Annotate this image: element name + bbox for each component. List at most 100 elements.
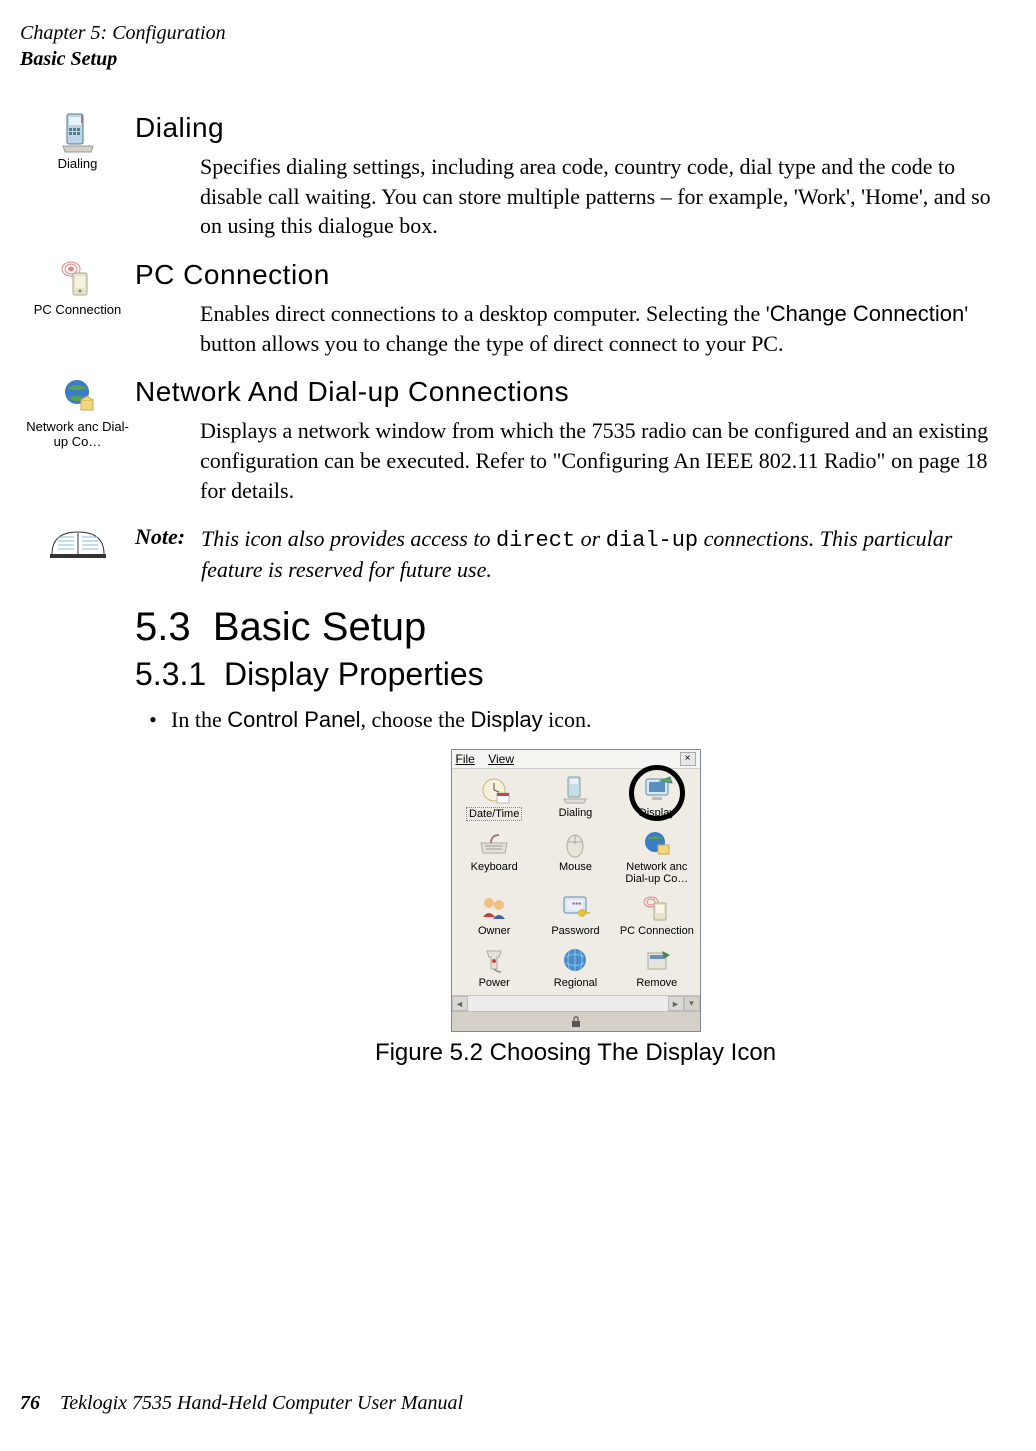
cp-label-remove: Remove <box>636 977 677 989</box>
dialing-icon-block: Dialing <box>20 112 135 171</box>
bullet-marker: • <box>135 707 171 733</box>
pcconn-body-pre: Enables direct connections to a desktop … <box>200 301 770 326</box>
cp-item-network[interactable]: Network anc Dial-up Co… <box>616 827 697 889</box>
cp-label-datetime: Date/Time <box>466 807 522 821</box>
cp-item-dialing[interactable]: Dialing <box>535 773 616 825</box>
header-section: Basic Setup <box>20 46 1016 72</box>
cp-label-dialing: Dialing <box>559 807 593 819</box>
cp-label-pcconn: PC Connection <box>620 925 694 937</box>
lock-icon <box>570 1016 582 1028</box>
h53-num: 5.3 <box>135 605 191 649</box>
cp-label-display: Display <box>639 807 675 819</box>
dialing-heading: Dialing <box>135 112 1004 144</box>
display-icon <box>640 775 674 805</box>
section-network: Network anc Dial-up Co… Network And Dial… <box>20 376 1016 515</box>
cp-menu-view[interactable]: View <box>488 752 514 766</box>
cp-menu-file[interactable]: File <box>456 752 475 766</box>
section-dialing: Dialing Dialing Specifies dialing settin… <box>20 112 1016 251</box>
cp-label-keyboard: Keyboard <box>471 861 518 873</box>
mouse-icon <box>558 829 592 859</box>
cp-item-password[interactable]: *** Password <box>535 891 616 941</box>
owner-icon <box>477 893 511 923</box>
dialing-body: Specifies dialing settings, including ar… <box>200 152 1004 241</box>
running-header: Chapter 5: Configuration Basic Setup <box>20 20 1016 72</box>
network-body: Displays a network window from which the… <box>200 416 1004 505</box>
pcconn-icon <box>57 259 99 301</box>
note-pre: This icon also provides access to <box>201 526 496 551</box>
network-heading: Network And Dial-up Connections <box>135 376 1004 408</box>
note-code-direct: direct <box>496 528 575 553</box>
book-title: Teklogix 7535 Hand-Held Computer User Ma… <box>60 1392 463 1414</box>
cp-label-owner: Owner <box>478 925 510 937</box>
cp-item-display[interactable]: Display <box>616 773 697 825</box>
pcconn-icon-block: PC Connection <box>20 259 135 317</box>
cp-label-network: Network anc Dial-up Co… <box>625 861 688 885</box>
bullet-pre: In the <box>171 707 227 732</box>
cp-item-pcconn[interactable]: PC Connection <box>616 891 697 941</box>
cp-scrollbar[interactable]: ◄ ► ▾ <box>452 995 700 1011</box>
keyboard-icon <box>477 829 511 859</box>
page-number: 76 <box>20 1392 40 1414</box>
page-footer: 76 Teklogix 7535 Hand-Held Computer User… <box>20 1392 463 1415</box>
cp-label-power: Power <box>479 977 510 989</box>
cp-menubar: File View × <box>452 750 700 769</box>
globe-icon <box>640 829 674 859</box>
h531-title: Display Properties <box>224 656 484 692</box>
bullet-instruction: • In the Control Panel, choose the Displ… <box>135 707 1016 733</box>
note-icon <box>20 524 135 567</box>
regional-icon <box>558 945 592 975</box>
cp-scroll-track[interactable] <box>468 996 668 1011</box>
bullet-post: icon. <box>543 707 592 732</box>
main-content: 5.3 Basic Setup 5.3.1 Display Properties… <box>135 605 1016 1067</box>
clock-icon <box>477 775 511 805</box>
bullet-text: In the Control Panel, choose the Display… <box>171 707 592 733</box>
note-label: Note: <box>135 524 201 550</box>
cp-item-datetime[interactable]: Date/Time <box>454 773 535 825</box>
header-chapter: Chapter 5: Configuration <box>20 20 1016 46</box>
cp-item-mouse[interactable]: Mouse <box>535 827 616 889</box>
network-icon <box>57 376 99 418</box>
cp-item-keyboard[interactable]: Keyboard <box>454 827 535 889</box>
password-icon: *** <box>558 893 592 923</box>
control-panel-window: File View × Date/Time Dialing Display <box>451 749 701 1032</box>
cp-scroll-left[interactable]: ◄ <box>452 996 468 1011</box>
note-block: Note: This icon also provides access to … <box>20 524 1016 585</box>
pcconn-change-connection-label: Change Connection <box>770 301 964 326</box>
network-icon-block: Network anc Dial-up Co… <box>20 376 135 449</box>
cp-label-mouse: Mouse <box>559 861 592 873</box>
figure-5-2: File View × Date/Time Dialing Display <box>135 749 1016 1067</box>
h53-title: Basic Setup <box>213 605 426 649</box>
network-icon-label: Network anc Dial-up Co… <box>20 420 135 449</box>
note-body: This icon also provides access to direct… <box>201 524 1016 585</box>
pcconn-heading: PC Connection <box>135 259 1004 291</box>
cp-item-regional[interactable]: Regional <box>535 943 616 993</box>
cp-icon-grid: Date/Time Dialing Display Keyboard <box>452 769 700 995</box>
heading-5-3: 5.3 Basic Setup <box>135 605 1016 650</box>
cp-item-remove[interactable]: Remove <box>616 943 697 993</box>
cp-label-regional: Regional <box>554 977 597 989</box>
cp-close-button[interactable]: × <box>680 752 696 766</box>
cp-item-power[interactable]: Power <box>454 943 535 993</box>
cp-scroll-thumb[interactable]: ▾ <box>684 996 700 1011</box>
dialing-icon <box>57 112 99 154</box>
pcconn-icon-label: PC Connection <box>20 303 135 317</box>
h531-num: 5.3.1 <box>135 656 206 692</box>
pcconn-small-icon <box>640 893 674 923</box>
bullet-display: Display <box>470 707 542 732</box>
pcconn-body: Enables direct connections to a desktop … <box>200 299 1004 358</box>
power-icon <box>477 945 511 975</box>
remove-icon <box>640 945 674 975</box>
phone-icon <box>558 775 592 805</box>
heading-5-3-1: 5.3.1 Display Properties <box>135 656 1016 693</box>
dialing-icon-label: Dialing <box>20 156 135 171</box>
bullet-control-panel: Control Panel <box>227 707 360 732</box>
svg-text:***: *** <box>572 901 581 910</box>
bullet-mid: , choose the <box>361 707 471 732</box>
figure-caption: Figure 5.2 Choosing The Display Icon <box>135 1039 1016 1067</box>
cp-item-owner[interactable]: Owner <box>454 891 535 941</box>
cp-scroll-right[interactable]: ► <box>668 996 684 1011</box>
note-code-dialup: dial-up <box>606 528 698 553</box>
note-mid: or <box>575 526 606 551</box>
section-pc-connection: PC Connection PC Connection Enables dire… <box>20 259 1016 368</box>
cp-taskbar <box>452 1011 700 1031</box>
